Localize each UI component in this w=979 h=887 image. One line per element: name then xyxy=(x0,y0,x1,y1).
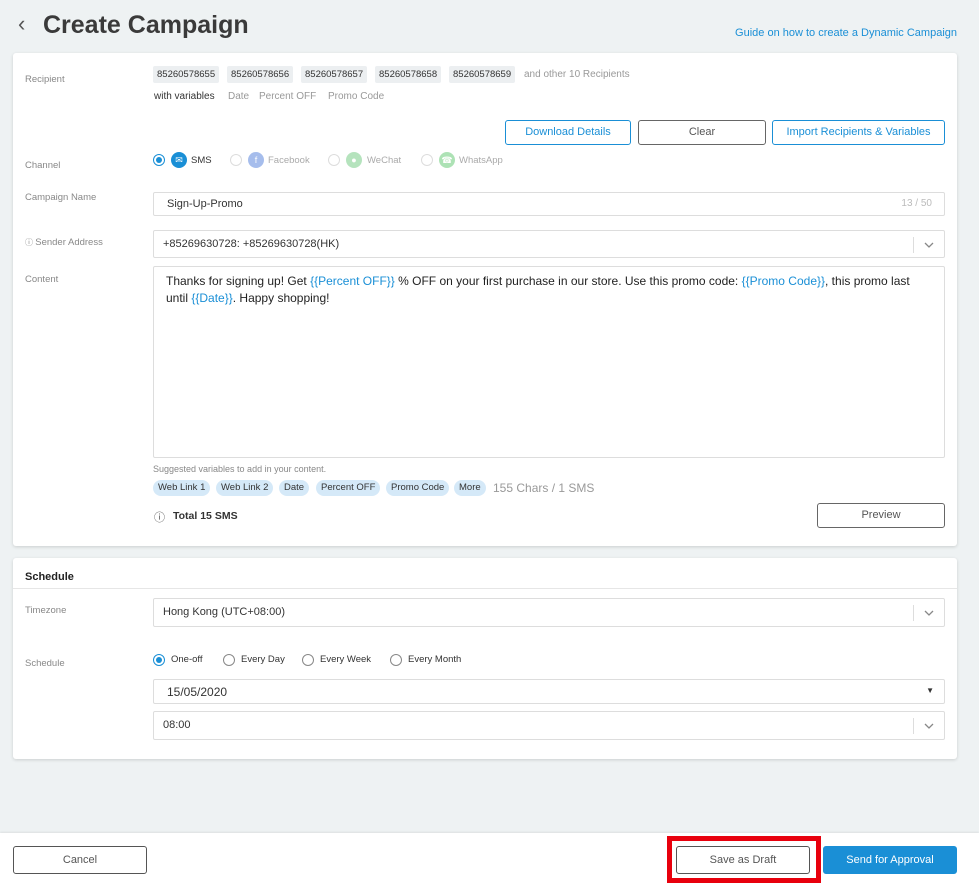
channel-label-facebook[interactable]: Facebook xyxy=(268,155,310,166)
date-picker[interactable]: 15/05/2020 ▼ xyxy=(153,679,945,704)
campaign-name-input[interactable]: Sign-Up-Promo 13 / 50 xyxy=(153,192,945,216)
schedule-radio-every-week[interactable] xyxy=(302,654,314,666)
more-variables-tag[interactable]: More xyxy=(454,480,486,496)
select-divider xyxy=(913,605,914,621)
date-value: 15/05/2020 xyxy=(167,685,228,699)
chevron-down-icon xyxy=(924,242,934,248)
variable-name: Promo Code xyxy=(328,91,385,102)
content-variable: {{Date}} xyxy=(191,291,233,305)
page-header: ‹ Create Campaign Guide on how to create… xyxy=(0,0,979,52)
content-variable: {{Promo Code}} xyxy=(741,274,826,288)
channel-label: Channel xyxy=(25,160,61,171)
recipient-tag: 85260578657 xyxy=(301,66,368,83)
channel-label-wechat[interactable]: WeChat xyxy=(367,155,401,166)
facebook-icon: f xyxy=(248,152,264,168)
with-variables-label: with variables xyxy=(154,91,215,102)
caret-down-icon: ▼ xyxy=(926,686,934,695)
channel-label-whatsapp[interactable]: WhatsApp xyxy=(459,155,503,166)
recipient-tag: 85260578655 xyxy=(153,66,220,83)
char-counter: 155 Chars / 1 SMS xyxy=(493,481,595,495)
suggested-variables-label: Suggested variables to add in your conte… xyxy=(153,464,327,474)
timezone-select[interactable]: Hong Kong (UTC+08:00) xyxy=(153,598,945,627)
sender-address-select[interactable]: +85269630728: +85269630728(HK) xyxy=(153,230,945,258)
recipient-label: Recipient xyxy=(25,74,65,85)
schedule-label: Schedule xyxy=(25,658,65,669)
chevron-down-icon xyxy=(924,723,934,729)
channel-label-sms[interactable]: SMS xyxy=(191,155,212,166)
campaign-name-label: Campaign Name xyxy=(25,192,97,203)
variable-name: Date xyxy=(228,91,250,102)
time-select[interactable]: 08:00 xyxy=(153,711,945,740)
time-value: 08:00 xyxy=(163,719,191,731)
select-divider xyxy=(913,237,914,253)
suggested-variable-tag[interactable]: Percent OFF xyxy=(316,480,381,496)
footer-bar: Cancel Save as Draft Send for Approval xyxy=(0,833,979,887)
suggested-variable-tag[interactable]: Promo Code xyxy=(386,480,450,496)
campaign-name-value: Sign-Up-Promo xyxy=(167,198,243,210)
channel-radio-facebook[interactable] xyxy=(230,154,242,166)
variable-name: Percent OFF xyxy=(259,91,317,102)
other-recipients-text: and other 10 Recipients xyxy=(524,69,630,80)
recipient-tag: 85260578658 xyxy=(375,66,442,83)
info-icon: ⓘ xyxy=(25,238,36,247)
import-recipients-button[interactable]: Import Recipients & Variables xyxy=(772,120,945,145)
cancel-button[interactable]: Cancel xyxy=(13,846,147,874)
clear-button[interactable]: Clear xyxy=(638,120,766,145)
channel-radio-wechat[interactable] xyxy=(328,154,340,166)
suggested-variable-tag[interactable]: Date xyxy=(279,480,310,496)
sender-address-value: +85269630728: +85269630728(HK) xyxy=(163,238,340,250)
schedule-radio-every-day[interactable] xyxy=(223,654,235,666)
recipient-tag: 85260578656 xyxy=(227,66,294,83)
schedule-option-label[interactable]: Every Week xyxy=(320,654,371,665)
preview-button[interactable]: Preview xyxy=(817,503,945,528)
total-sms-text: Total 15 SMS xyxy=(173,510,238,522)
sms-icon: ✉ xyxy=(171,152,187,168)
content-text-part: % OFF on your first purchase in our stor… xyxy=(394,274,742,288)
channel-radio-whatsapp[interactable] xyxy=(421,154,433,166)
back-icon[interactable]: ‹ xyxy=(18,12,25,36)
divider xyxy=(13,588,957,589)
sender-address-label: ⓘ Sender Address xyxy=(25,237,103,248)
download-details-button[interactable]: Download Details xyxy=(505,120,631,145)
wechat-icon: ● xyxy=(346,152,362,168)
suggested-variable-tag[interactable]: Web Link 1 xyxy=(153,480,211,496)
schedule-card: Schedule Timezone Hong Kong (UTC+08:00) … xyxy=(13,558,957,759)
send-approval-button[interactable]: Send for Approval xyxy=(823,846,957,874)
page-title: Create Campaign xyxy=(43,11,249,39)
campaign-details-card: Recipient 85260578655 85260578656 852605… xyxy=(13,53,957,546)
whatsapp-icon: ☎ xyxy=(439,152,455,168)
timezone-label: Timezone xyxy=(25,605,67,616)
recipient-tag: 85260578659 xyxy=(449,66,516,83)
content-label: Content xyxy=(25,274,59,285)
content-textarea[interactable]: Thanks for signing up! Get {{Percent OFF… xyxy=(153,266,945,458)
content-variable: {{Percent OFF}} xyxy=(310,274,395,288)
content-text: Thanks for signing up! Get {{Percent OFF… xyxy=(166,273,932,307)
highlight-box xyxy=(667,836,821,883)
guide-link[interactable]: Guide on how to create a Dynamic Campaig… xyxy=(735,27,957,39)
schedule-option-label[interactable]: Every Month xyxy=(408,654,461,665)
suggested-variable-tag[interactable]: Web Link 2 xyxy=(216,480,274,496)
sender-address-label-text: Sender Address xyxy=(35,237,103,248)
schedule-section-title: Schedule xyxy=(25,571,74,583)
chevron-down-icon xyxy=(924,610,934,616)
timezone-value: Hong Kong (UTC+08:00) xyxy=(163,606,285,618)
schedule-option-label[interactable]: One-off xyxy=(171,654,203,665)
campaign-name-counter: 13 / 50 xyxy=(901,198,932,209)
schedule-radio-one-off[interactable] xyxy=(153,654,165,666)
channel-radio-sms[interactable] xyxy=(153,154,165,166)
info-icon: ⓘ xyxy=(154,512,165,524)
content-text-part: Thanks for signing up! Get xyxy=(166,274,311,288)
schedule-radio-every-month[interactable] xyxy=(390,654,402,666)
content-text-part: . Happy shopping! xyxy=(232,291,330,305)
select-divider xyxy=(913,718,914,734)
schedule-option-label[interactable]: Every Day xyxy=(241,654,285,665)
